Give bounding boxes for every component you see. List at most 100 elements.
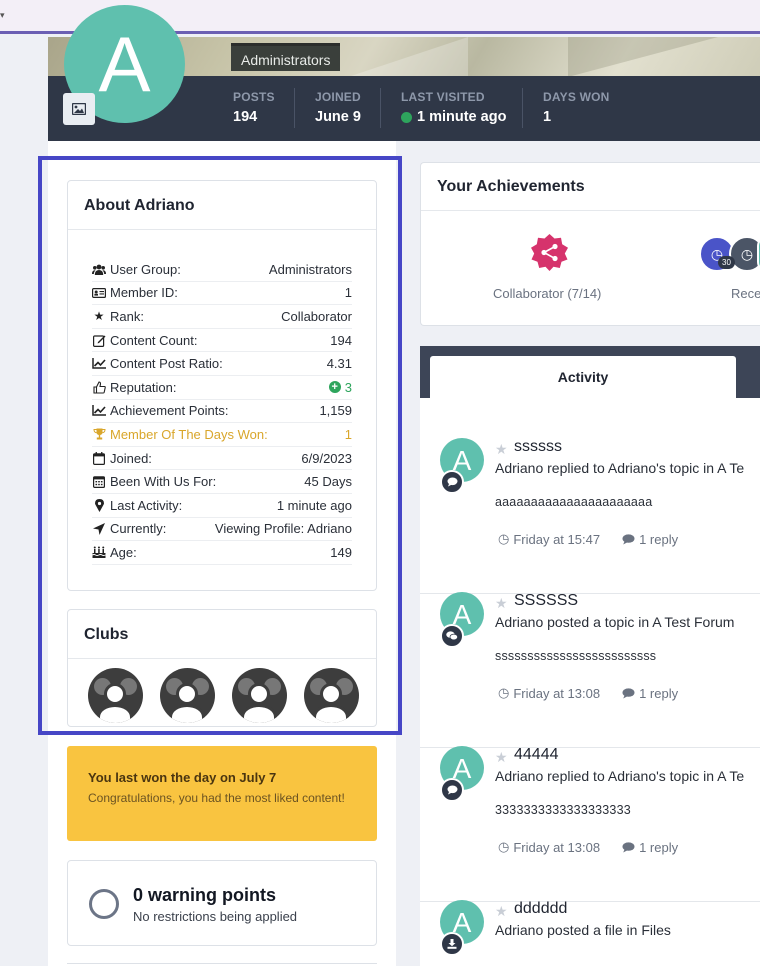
- club-icon[interactable]: [232, 668, 287, 723]
- about-value: 4.31: [326, 356, 352, 372]
- users-icon: [92, 264, 106, 275]
- about-value: 1 minute ago: [276, 497, 352, 513]
- chart-line-icon: [92, 358, 106, 369]
- calendar-grid-icon: [92, 475, 106, 489]
- clock-icon: ◷: [498, 685, 510, 700]
- achievements-title: Your Achievements: [421, 163, 760, 211]
- about-row-joined: Joined: 6/9/2023: [92, 447, 352, 471]
- caret-down-icon[interactable]: ▾: [0, 10, 5, 21]
- activity-item[interactable]: A ★ 44444 Adriano replied to Adriano's t…: [420, 746, 760, 902]
- stat-days-won-value: 1: [543, 109, 552, 125]
- edit-icon: [92, 334, 106, 347]
- club-icon[interactable]: [88, 668, 143, 723]
- clock-icon: ◷: [498, 839, 510, 854]
- map-marker-icon: [92, 498, 106, 512]
- activity-title[interactable]: SSSSSS: [514, 592, 578, 610]
- star-icon: ★: [93, 309, 105, 324]
- club-icon[interactable]: [304, 668, 359, 723]
- activity-replies[interactable]: 1 reply: [622, 839, 678, 855]
- thumbs-up-icon: [92, 381, 106, 394]
- about-value: 45 Days: [304, 474, 352, 490]
- achievements-card: Your Achievements Collaborator (7/14) ◷ …: [420, 162, 760, 326]
- activity-snippet: aaaaaaaaaaaaaaaaaaaaaa: [495, 495, 653, 509]
- id-card-icon: [92, 287, 106, 298]
- stat-joined: JOINED June 9: [315, 90, 361, 125]
- about-row-been-with-us: Been With Us For: 45 Days: [92, 470, 352, 494]
- stat-last-visited-value: 1 minute ago: [417, 109, 507, 125]
- about-row-user-group: User Group: Administrators: [92, 258, 352, 282]
- online-indicator: [401, 111, 412, 123]
- activity-meta: Adriano posted a topic in A Test Forum: [495, 614, 735, 630]
- chart-line-icon: [92, 405, 106, 417]
- activity-item[interactable]: A ★ ssssss Adriano replied to Adriano's …: [420, 438, 760, 594]
- about-row-content-post-ratio: Content Post Ratio: 4.31: [92, 352, 352, 376]
- warning-title: 0 warning points: [133, 885, 277, 905]
- activity-title[interactable]: ssssss: [514, 438, 562, 456]
- activity-time[interactable]: ◷ Friday at 15:47: [498, 531, 600, 547]
- comment-icon: [440, 778, 464, 802]
- activity-title[interactable]: 44444: [514, 746, 559, 764]
- comments-icon: [440, 624, 464, 648]
- follow-star-icon[interactable]: ★: [495, 441, 508, 458]
- day-won-title: You last won the day on July 7: [88, 770, 277, 785]
- tab-activity[interactable]: Activity: [430, 356, 736, 399]
- activity-meta: Adriano replied to Adriano's topic in A …: [495, 460, 745, 476]
- activity-time[interactable]: ◷ Friday at 13:08: [498, 839, 600, 855]
- clubs-title: Clubs: [68, 610, 376, 659]
- comment-icon: [622, 687, 635, 699]
- activity-panel: Activity A ★ ssssss Adriano replied to A…: [420, 346, 760, 966]
- clock-icon[interactable]: ◷: [729, 236, 760, 272]
- about-row-reputation: Reputation: +3: [92, 376, 352, 400]
- clock-count: 30: [718, 256, 735, 269]
- activity-replies[interactable]: 1 reply: [622, 685, 678, 701]
- follow-star-icon[interactable]: ★: [495, 903, 508, 920]
- activity-snippet: sssssssssssssssssssssssss: [495, 649, 657, 663]
- change-cover-button[interactable]: [63, 93, 95, 125]
- activity-tabbar: Activity: [420, 346, 760, 399]
- stat-last-visited-label: LAST VISITED: [401, 90, 485, 104]
- stat-joined-value: June 9: [315, 109, 361, 125]
- trophy-icon: [92, 428, 106, 440]
- activity-meta: Adriano replied to Adriano's topic in A …: [495, 768, 745, 784]
- about-value: 6/9/2023: [301, 450, 352, 466]
- recent-label: Rece: [731, 286, 760, 301]
- activity-snippet: 3333333333333333333: [495, 803, 631, 817]
- about-value: Viewing Profile: Adriano: [214, 521, 352, 537]
- about-value: 1: [344, 285, 352, 301]
- about-row-member-id: Member ID: 1: [92, 282, 352, 306]
- about-rows: User Group: Administrators Member ID: 1 …: [92, 258, 352, 565]
- club-icon[interactable]: [160, 668, 215, 723]
- about-row-content-count: Content Count: 194: [92, 329, 352, 353]
- activity-title[interactable]: dddddd: [514, 900, 567, 918]
- club-icons: [88, 668, 359, 723]
- birthday-cake-icon: [92, 546, 106, 559]
- stat-days-won-label: DAYS WON: [543, 90, 610, 104]
- warning-card: 0 warning points No restrictions being a…: [67, 860, 377, 946]
- activity-time[interactable]: ◷ Friday at 13:08: [498, 685, 600, 701]
- day-won-text: Congratulations, you had the most liked …: [88, 791, 345, 805]
- calendar-icon: [92, 451, 106, 465]
- stat-joined-label: JOINED: [315, 90, 361, 104]
- about-row-days-won: Member Of The Days Won: 1: [92, 423, 352, 447]
- stat-posts: POSTS 194: [233, 90, 275, 125]
- download-icon: [440, 932, 464, 956]
- group-badge: Administrators: [231, 43, 341, 71]
- collaborator-badge-icon[interactable]: [531, 234, 568, 271]
- about-value: 1: [344, 426, 352, 442]
- follow-star-icon[interactable]: ★: [495, 595, 508, 612]
- about-row-rank: ★ Rank: Collaborator: [92, 305, 352, 329]
- activity-item[interactable]: A ★ SSSSSS Adriano posted a topic in A T…: [420, 592, 760, 748]
- activity-replies[interactable]: 1 reply: [622, 531, 678, 547]
- follow-star-icon[interactable]: ★: [495, 749, 508, 766]
- about-value: Administrators: [268, 261, 352, 277]
- about-row-currently: Currently: Viewing Profile: Adriano: [92, 518, 352, 542]
- comment-icon: [440, 470, 464, 494]
- about-value: 149: [330, 544, 352, 560]
- reputation-value: +3: [328, 380, 352, 395]
- about-row-achievement-points: Achievement Points: 1,159: [92, 400, 352, 424]
- activity-item[interactable]: A ★ dddddd Adriano posted a file in File…: [420, 900, 760, 966]
- about-value: Collaborator: [281, 308, 352, 324]
- comment-icon: [622, 841, 635, 853]
- about-title: About Adriano: [68, 181, 376, 230]
- comment-icon: [622, 533, 635, 545]
